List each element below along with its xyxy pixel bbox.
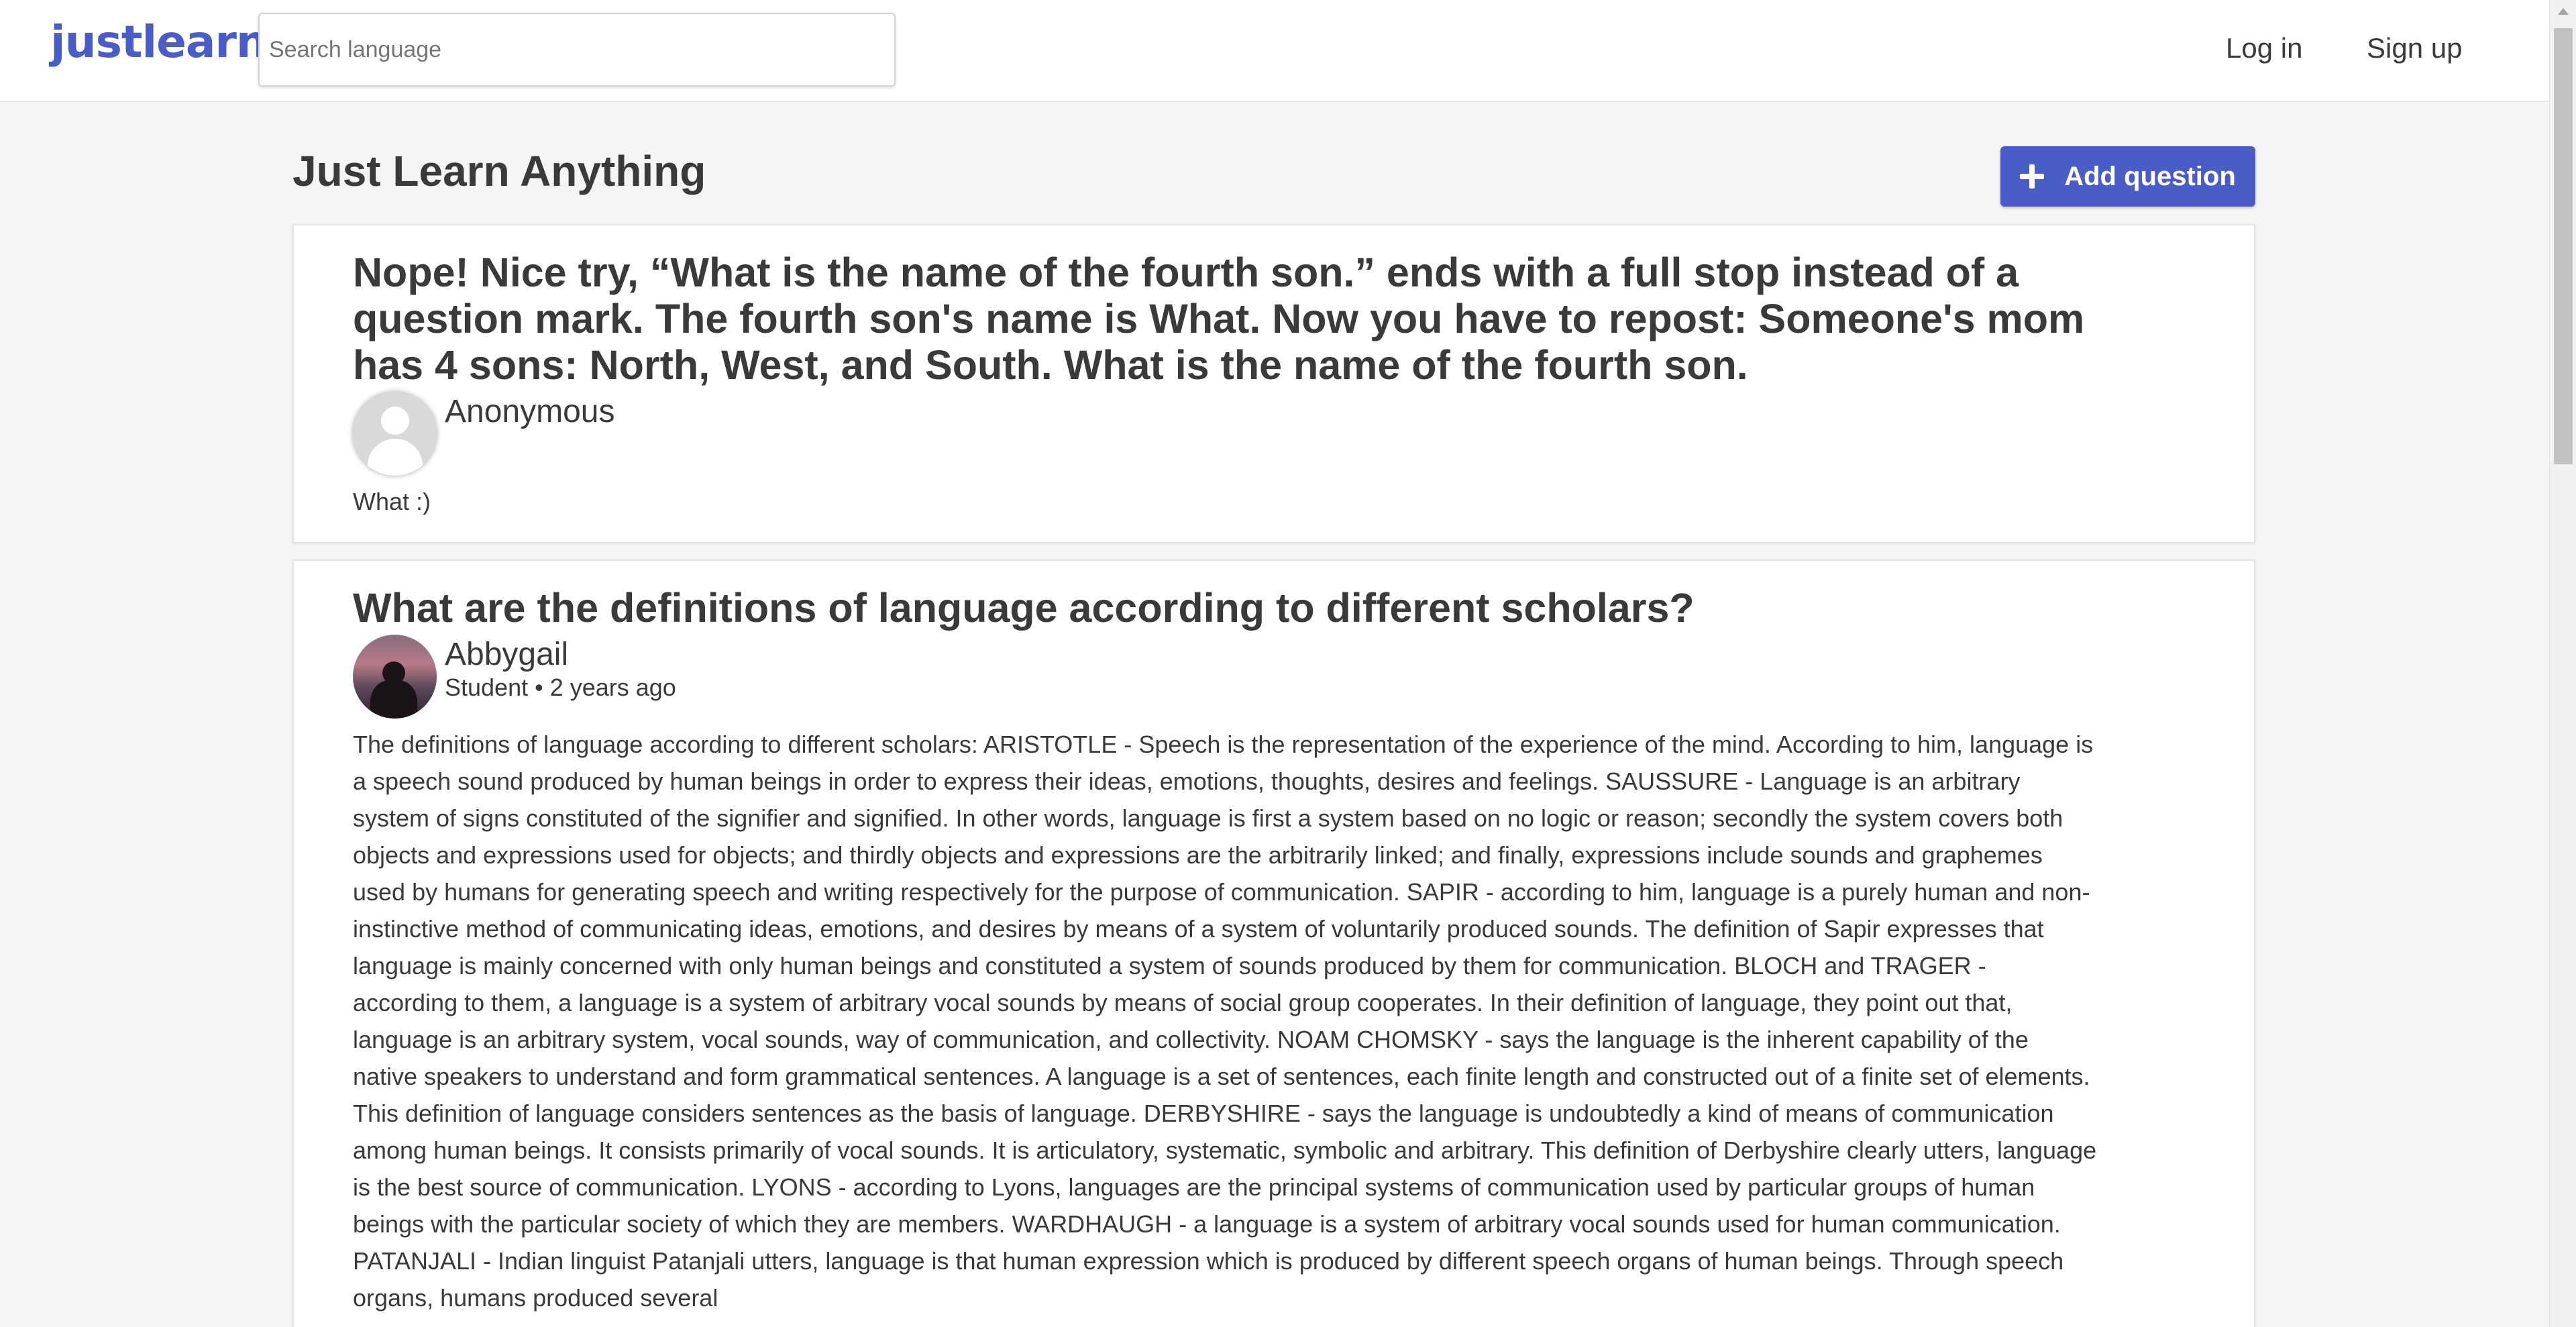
signup-link[interactable]: Sign up [2367, 32, 2462, 64]
author-name[interactable]: Anonymous [445, 393, 614, 430]
login-link[interactable]: Log in [2226, 32, 2302, 64]
page: justlearn Log in Sign up Just Learn Anyt… [0, 0, 2576, 1327]
question-card: What are the definitions of language acc… [292, 560, 2255, 1327]
scrollbar[interactable] [2549, 0, 2576, 1327]
top-navbar: justlearn Log in Sign up [0, 0, 2549, 102]
author-meta: Student • 2 years ago [445, 674, 676, 701]
question-card: Nope! Nice try, “What is the name of the… [292, 224, 2255, 543]
page-title: Just Learn Anything [292, 147, 706, 195]
scroll-up-arrow-icon[interactable] [2558, 8, 2569, 15]
user-silhouette-icon [381, 407, 409, 435]
search-input[interactable] [258, 13, 896, 87]
question-title[interactable]: What are the definitions of language acc… [353, 585, 2110, 631]
scrollbar-thumb[interactable] [2554, 28, 2573, 464]
question-title[interactable]: Nope! Nice try, “What is the name of the… [353, 250, 2110, 388]
answer-text: What :) [353, 488, 431, 515]
add-question-button[interactable]: Add question [2000, 146, 2255, 207]
author-name[interactable]: Abbygail [445, 636, 568, 673]
add-question-label: Add question [2064, 161, 2236, 191]
plus-icon [2020, 164, 2045, 189]
answer-text: The definitions of language according to… [353, 731, 2097, 1312]
avatar [353, 635, 437, 719]
avatar [353, 392, 437, 476]
logo[interactable]: justlearn [50, 16, 268, 68]
